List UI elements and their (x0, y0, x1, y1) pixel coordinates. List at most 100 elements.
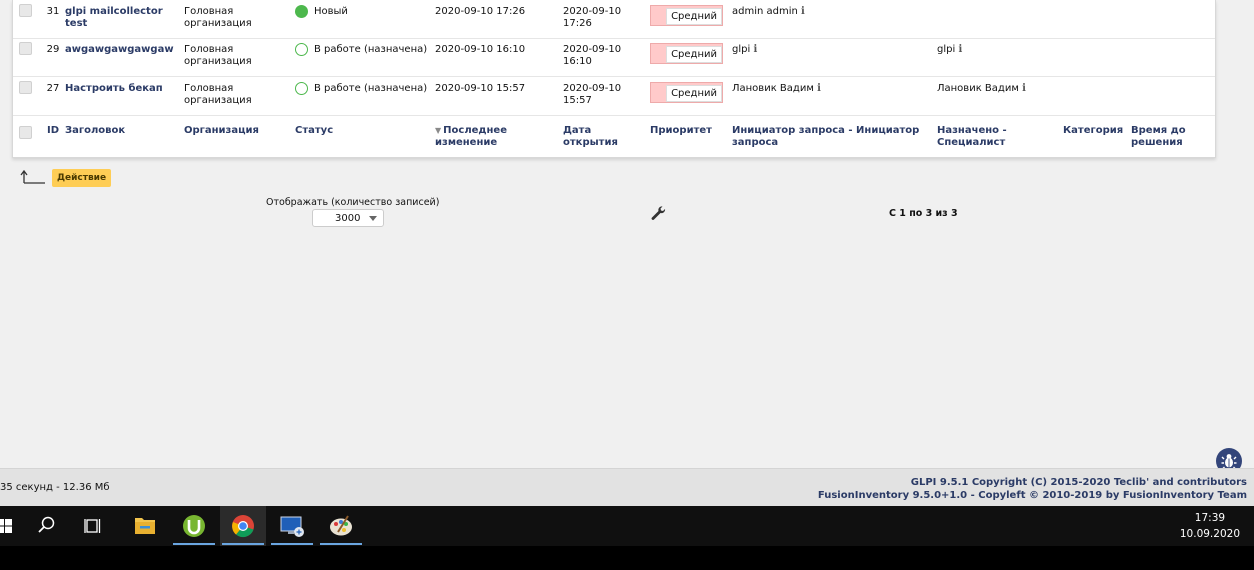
info-icon[interactable]: i (1022, 83, 1028, 95)
copyright-line-2[interactable]: FusionInventory 9.5.0+1.0 - Copyleft © 2… (818, 489, 1247, 502)
running-indicator (320, 543, 362, 545)
column-header-solve-time[interactable]: Время до решения (1131, 125, 1211, 149)
ticket-status: Новый (295, 5, 430, 18)
wrench-icon[interactable] (650, 205, 666, 221)
status-label: В работе (назначена) (314, 83, 428, 94)
system-clock[interactable]: 17:39 10.09.2020 (1180, 510, 1240, 542)
ticket-opened: 2020-09-10 15:57 (563, 83, 622, 106)
windows-taskbar: 17:39 10.09.2020 (0, 506, 1254, 570)
column-header-category[interactable]: Категория (1063, 125, 1128, 137)
column-header-requester[interactable]: Инициатор запроса - Инициатор запроса (732, 125, 927, 149)
ticket-id: 29 (46, 44, 60, 55)
priority-label: Средний (666, 8, 722, 25)
column-header-modified[interactable]: ▼ Последнее изменение (435, 125, 555, 149)
ticket-id: 31 (46, 6, 60, 17)
status-label: Новый (314, 6, 348, 17)
per-page-value: 3000 (335, 213, 361, 224)
glpi-app: 31 glpi mailcollector test Головная орга… (0, 0, 1254, 474)
requester-name: Лановик Вадим (732, 83, 814, 94)
column-header-title[interactable]: Заголовок (65, 125, 180, 137)
taskbar-paint[interactable] (318, 506, 364, 546)
per-page-select[interactable]: 3000 (312, 209, 384, 227)
ticket-modified: 2020-09-10 17:26 (435, 6, 526, 17)
column-header-status[interactable]: Статус (295, 125, 430, 137)
ticket-title-link[interactable]: glpi mailcollector test (65, 6, 180, 30)
ticket-title-link[interactable]: Настроить бекап (65, 83, 180, 95)
column-header-opened[interactable]: Дата открытия (563, 125, 633, 149)
ticket-title-link[interactable]: awgawgawgawgaw (65, 44, 180, 56)
task-view-button[interactable] (71, 506, 117, 546)
ticket-modified: 2020-09-10 16:10 (435, 44, 526, 55)
action-button[interactable]: Действие (52, 169, 112, 187)
priority-badge: Средний (650, 5, 723, 26)
row-checkbox[interactable] (19, 42, 32, 55)
info-icon[interactable]: i (817, 83, 823, 95)
status-in-progress-icon (295, 82, 308, 95)
row-checkbox[interactable] (19, 81, 32, 94)
taskbar-chrome[interactable] (220, 506, 266, 546)
chrome-icon (232, 515, 254, 538)
per-page-label: Отображать (количество записей) (266, 197, 440, 208)
table-row[interactable]: 29 awgawgawgawgaw Головная организация В… (13, 38, 1215, 77)
remote-desktop-icon (280, 516, 304, 537)
table-row[interactable]: 31 glpi mailcollector test Головная орга… (13, 0, 1215, 39)
ticket-id: 27 (46, 83, 60, 94)
sort-desc-icon: ▼ (435, 126, 442, 135)
priority-label: Средний (666, 85, 722, 102)
ticket-modified: 2020-09-10 15:57 (435, 83, 526, 94)
clock-date: 10.09.2020 (1179, 528, 1240, 540)
paint-icon (330, 515, 352, 536)
running-indicator (271, 543, 313, 545)
column-header-assigned[interactable]: Назначено - Специалист (937, 125, 1047, 149)
search-icon (38, 516, 55, 533)
ticket-assigned: glpi i (937, 44, 1057, 56)
ticket-opened: 2020-09-10 16:10 (563, 44, 622, 67)
column-header-modified-label: Последнее изменение (435, 125, 507, 148)
column-header-org[interactable]: Организация (184, 125, 289, 137)
ticket-org: Головная организация (184, 6, 252, 29)
running-indicator (222, 543, 264, 545)
clock-time: 17:39 (1194, 512, 1226, 524)
table-row[interactable]: 27 Настроить бекап Головная организация … (13, 77, 1215, 116)
ticket-assigned: Лановик Вадим i (937, 83, 1057, 95)
page-footer: 35 секунд - 12.36 Мб GLPI 9.5.1 Copyrigh… (0, 468, 1254, 506)
ticket-requester: Лановик Вадим i (732, 83, 932, 95)
column-header-priority[interactable]: Приоритет (650, 125, 730, 137)
taskbar-utorrent[interactable] (171, 506, 217, 546)
taskbar-search-button[interactable] (23, 506, 69, 546)
select-all-checkbox[interactable] (19, 126, 32, 139)
running-indicator (173, 543, 215, 545)
taskbar-file-explorer[interactable] (122, 506, 168, 546)
footer-copyright: GLPI 9.5.1 Copyright (C) 2015-2020 Tecli… (818, 476, 1247, 502)
ticket-status: В работе (назначена) (295, 82, 430, 95)
chevron-down-icon (369, 216, 377, 221)
taskbar-remote-desktop[interactable] (269, 506, 315, 546)
pagination-range: С 1 по 3 из 3 (889, 208, 958, 219)
info-icon[interactable]: i (958, 44, 964, 56)
ticket-opened: 2020-09-10 17:26 (563, 6, 622, 29)
assigned-name: glpi (937, 44, 956, 55)
ticket-org: Головная организация (184, 83, 252, 106)
assigned-name: Лановик Вадим (937, 83, 1019, 94)
utorrent-icon (183, 515, 205, 537)
ticket-requester: glpi i (732, 44, 932, 56)
table-header-row: ID Заголовок Организация Статус ▼ Последн… (13, 116, 1215, 157)
row-checkbox[interactable] (19, 4, 32, 17)
task-view-icon (84, 519, 101, 533)
info-icon[interactable]: i (801, 6, 807, 18)
footer-timing: 35 секунд - 12.36 Мб (0, 482, 110, 493)
column-header-id[interactable]: ID (41, 125, 65, 137)
priority-label: Средний (666, 46, 722, 63)
priority-badge: Средний (650, 43, 723, 64)
status-new-icon (295, 5, 308, 18)
ticket-status: В работе (назначена) (295, 43, 430, 56)
status-label: В работе (назначена) (314, 44, 428, 55)
ticket-table: 31 glpi mailcollector test Головная орга… (12, 0, 1216, 158)
copyright-line-1[interactable]: GLPI 9.5.1 Copyright (C) 2015-2020 Tecli… (818, 476, 1247, 489)
ticket-org: Головная организация (184, 44, 252, 67)
file-explorer-icon (135, 518, 155, 534)
status-in-progress-icon (295, 43, 308, 56)
info-icon[interactable]: i (753, 44, 759, 56)
requester-name: glpi (732, 44, 751, 55)
requester-name: admin admin (732, 6, 798, 17)
